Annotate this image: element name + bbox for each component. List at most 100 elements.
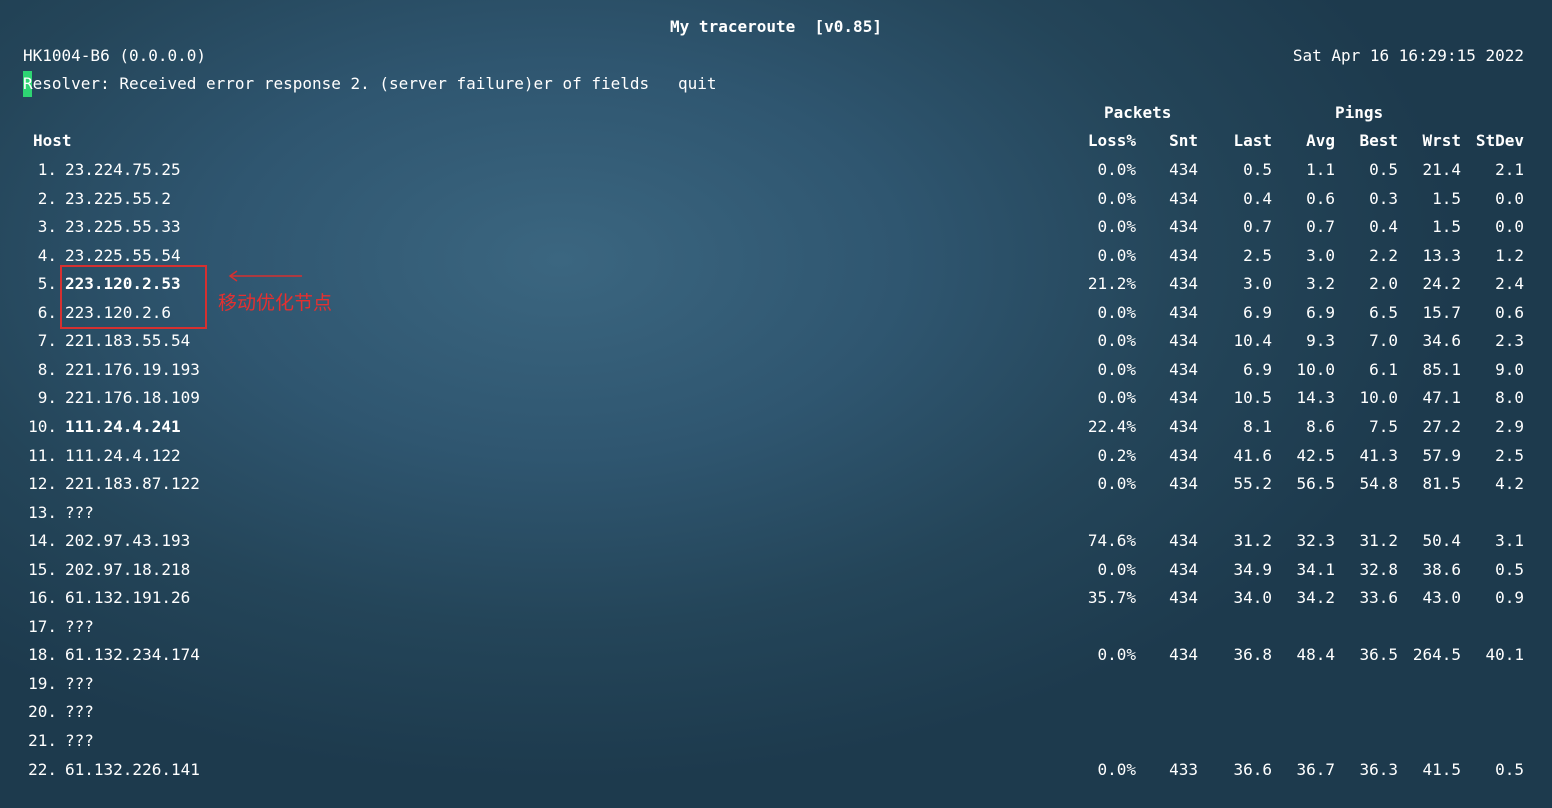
hop-last: 3.0	[1243, 274, 1272, 294]
hop-host: 23.225.55.33	[65, 217, 181, 237]
best-column-header: Best	[1359, 131, 1398, 150]
hop-avg: 34.2	[1296, 588, 1335, 608]
hop-wrst: 47.1	[1422, 388, 1461, 408]
hop-snt: 433	[1169, 759, 1198, 779]
annotation-highlight-box	[60, 265, 207, 329]
current-datetime: Sat Apr 16 16:29:15 2022	[1292, 46, 1524, 65]
hop-stdev: 0.5	[1495, 559, 1524, 579]
hop-stdev: 2.3	[1495, 331, 1524, 351]
hop-stdev: 0.6	[1495, 302, 1524, 322]
hop-avg: 48.4	[1296, 645, 1335, 665]
hop-avg: 36.7	[1296, 759, 1335, 779]
hop-wrst: 1.5	[1432, 188, 1461, 208]
hop-number: 11.	[28, 445, 57, 465]
hop-row: 19.???	[0, 673, 1552, 695]
hop-wrst: 1.5	[1432, 217, 1461, 237]
hop-wrst: 15.7	[1422, 302, 1461, 322]
hop-host: ???	[65, 702, 94, 722]
hop-stdev: 2.9	[1495, 416, 1524, 436]
hop-loss: 22.4%	[1087, 416, 1136, 436]
hop-stdev: 0.9	[1495, 588, 1524, 608]
hop-snt: 434	[1169, 331, 1198, 351]
hop-number: 12.	[28, 474, 57, 494]
hop-wrst: 50.4	[1422, 531, 1461, 551]
hop-best: 2.0	[1369, 274, 1398, 294]
loss-column-header: Loss%	[1087, 131, 1136, 150]
resolver-status: Resolver: Received error response 2. (se…	[23, 74, 717, 93]
hop-row: 4. 23.225.55.54 0.0% 434 2.5 3.0 2.2 13.3 1.2	[0, 245, 1552, 267]
hop-stdev: 1.2	[1495, 245, 1524, 265]
hop-wrst: 81.5	[1422, 474, 1461, 494]
hop-last: 31.2	[1233, 531, 1272, 551]
hop-host: 221.183.87.122	[65, 474, 200, 494]
packets-group-header: Packets	[1104, 103, 1172, 122]
hop-host: 111.24.4.241	[65, 416, 181, 436]
hop-loss: 0.0%	[1097, 359, 1136, 379]
hop-stdev: 40.1	[1485, 645, 1524, 665]
hop-number: 1.	[37, 160, 57, 179]
hop-number: 7.	[37, 331, 57, 351]
annotation-arrow-icon	[228, 270, 302, 282]
hop-wrst: 85.1	[1422, 359, 1461, 379]
hop-number: 21.	[28, 731, 57, 750]
hop-number: 3.	[37, 217, 57, 237]
hop-avg: 1.1	[1306, 160, 1335, 179]
hop-wrst: 41.5	[1422, 759, 1461, 779]
hop-stdev: 2.1	[1495, 160, 1524, 179]
hop-loss: 0.0%	[1097, 160, 1136, 179]
hop-avg: 34.1	[1296, 559, 1335, 579]
hop-stdev: 8.0	[1495, 388, 1524, 408]
hop-avg: 0.7	[1306, 217, 1335, 237]
hop-loss: 74.6%	[1087, 531, 1136, 551]
hop-last: 36.8	[1233, 645, 1272, 665]
hop-snt: 434	[1169, 388, 1198, 408]
hop-last: 34.9	[1233, 559, 1272, 579]
hop-snt: 434	[1169, 245, 1198, 265]
hop-snt: 434	[1169, 274, 1198, 294]
hop-best: 31.2	[1359, 531, 1398, 551]
hop-last: 55.2	[1233, 474, 1272, 494]
hop-snt: 434	[1169, 188, 1198, 208]
local-hostname: HK1004-B6 (0.0.0.0)	[23, 46, 207, 65]
hop-avg: 42.5	[1296, 445, 1335, 465]
hop-host: 202.97.43.193	[65, 531, 191, 551]
hop-number: 19.	[28, 673, 57, 693]
hop-snt: 434	[1169, 474, 1198, 494]
hop-row: 17.???	[0, 616, 1552, 638]
hop-host: ???	[65, 731, 94, 750]
hop-last: 10.4	[1233, 331, 1272, 351]
hop-snt: 434	[1169, 416, 1198, 436]
hop-stdev: 3.1	[1495, 531, 1524, 551]
snt-column-header: Snt	[1169, 131, 1198, 150]
hop-last: 2.5	[1243, 245, 1272, 265]
hop-best: 10.0	[1359, 388, 1398, 408]
hop-avg: 0.6	[1306, 188, 1335, 208]
hop-last: 10.5	[1233, 388, 1272, 408]
hop-best: 41.3	[1359, 445, 1398, 465]
hop-avg: 6.9	[1306, 302, 1335, 322]
hop-host: 221.183.55.54	[65, 331, 191, 351]
hop-avg: 10.0	[1296, 359, 1335, 379]
hop-loss: 0.0%	[1097, 645, 1136, 665]
hop-row: 18. 61.132.234.174 0.0% 434 36.8 48.4 36.5 264.…	[0, 644, 1552, 666]
hop-number: 17.	[28, 616, 57, 636]
hop-host: 61.132.191.26	[65, 588, 191, 608]
hop-last: 0.5	[1243, 160, 1272, 179]
hop-row: 16. 61.132.191.26 35.7% 434 34.0 34.2 33.6 43.0…	[0, 587, 1552, 609]
annotation-label: 移动优化节点	[218, 292, 333, 314]
terminal-window[interactable]: My traceroute [v0.85] HK1004-B6 (0.0.0.0…	[0, 0, 1552, 808]
hop-number: 13.	[28, 502, 57, 522]
hop-avg: 9.3	[1306, 331, 1335, 351]
hop-host: 23.224.75.25	[65, 160, 181, 179]
hop-row: 2. 23.225.55.2 0.0% 434 0.4 0.6 0.3 1.5 0.0	[0, 188, 1552, 210]
hop-wrst: 57.9	[1422, 445, 1461, 465]
hop-avg: 3.0	[1306, 245, 1335, 265]
hop-row: 22. 61.132.226.141 0.0% 433 36.6 36.7 36.3 41.5…	[0, 759, 1552, 781]
last-column-header: Last	[1233, 131, 1272, 150]
hop-wrst: 27.2	[1422, 416, 1461, 436]
hop-number: 8.	[37, 359, 57, 379]
hop-snt: 434	[1169, 445, 1198, 465]
hop-best: 36.3	[1359, 759, 1398, 779]
hop-row: 10. 111.24.4.241 22.4% 434 8.1 8.6 7.5 27.2 2.9	[0, 416, 1552, 438]
hop-host: 202.97.18.218	[65, 559, 191, 579]
